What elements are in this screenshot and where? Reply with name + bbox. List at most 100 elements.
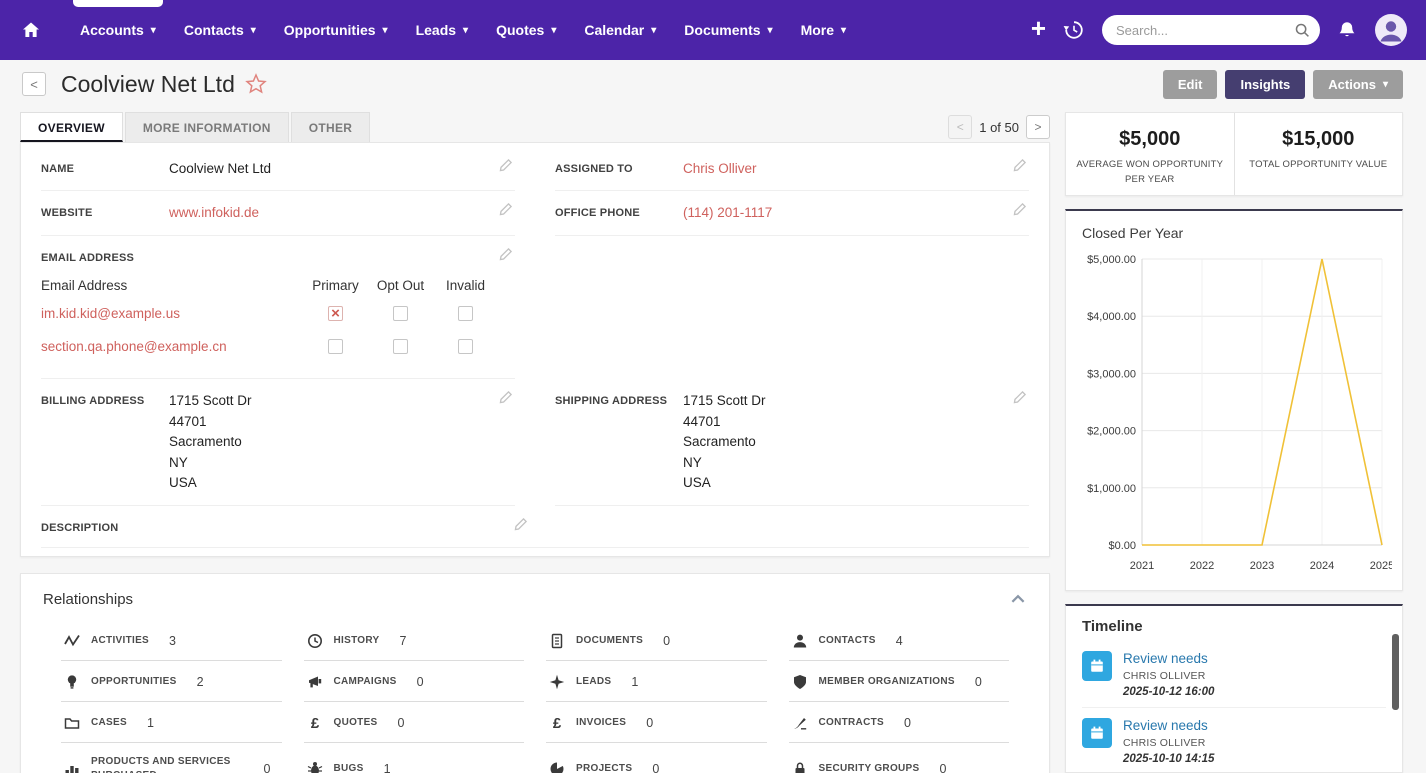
- contacts-icon: [792, 633, 808, 649]
- relationship-count: 0: [646, 715, 654, 730]
- svg-text:$4,000.00: $4,000.00: [1087, 311, 1136, 323]
- edit-pencil-icon[interactable]: [498, 390, 513, 405]
- nav-item-label: Calendar: [584, 22, 645, 38]
- tab-other[interactable]: OTHER: [290, 112, 371, 142]
- phone-link[interactable]: (114) 201-1117: [683, 203, 1029, 223]
- edit-button[interactable]: Edit: [1162, 69, 1218, 99]
- user-menu-button[interactable]: [1374, 13, 1408, 47]
- nav-item-leads[interactable]: Leads ▾: [402, 0, 483, 60]
- field-website: WEBSITE www.infokid.de: [41, 191, 515, 236]
- svg-text:$0.00: $0.00: [1108, 540, 1136, 552]
- nav-item-quotes[interactable]: Quotes ▾: [482, 0, 570, 60]
- next-record-button[interactable]: >: [1026, 115, 1050, 139]
- recently-viewed-button[interactable]: [1063, 19, 1085, 41]
- edit-pencil-icon[interactable]: [513, 517, 528, 532]
- prev-record-button[interactable]: <: [948, 115, 973, 139]
- field-label: OFFICE PHONE: [555, 207, 640, 220]
- primary-checkbox[interactable]: ×: [328, 306, 343, 321]
- address-line: Sacramento: [169, 434, 242, 449]
- edit-pencil-icon[interactable]: [1012, 158, 1027, 173]
- favorite-star-icon[interactable]: [245, 73, 267, 95]
- insights-button[interactable]: Insights: [1225, 69, 1306, 99]
- field-description: DESCRIPTION: [41, 506, 1029, 548]
- relationship-count: 0: [939, 761, 947, 773]
- caret-down-icon: ▾: [250, 24, 256, 36]
- tab-more-information[interactable]: MORE INFORMATION: [124, 112, 289, 142]
- tab-overview[interactable]: OVERVIEW: [20, 112, 123, 142]
- relationship-label: BUGS: [333, 762, 364, 773]
- relationship-bugs[interactable]: BUGS 1: [304, 743, 525, 773]
- quick-create-button[interactable]: +: [1031, 15, 1046, 45]
- nav-item-more[interactable]: More ▾: [787, 0, 860, 60]
- record-pagination: < 1 of 50 >: [948, 115, 1050, 139]
- relationship-contacts[interactable]: CONTACTS 4: [788, 620, 1009, 661]
- website-link[interactable]: www.infokid.de: [169, 203, 515, 223]
- relationship-history[interactable]: HISTORY 7: [303, 620, 524, 661]
- edit-pencil-icon[interactable]: [498, 158, 513, 173]
- back-button[interactable]: <: [22, 72, 46, 96]
- nav-item-label: Contacts: [183, 22, 244, 38]
- nav-item-label: Opportunities: [283, 22, 376, 38]
- edit-pencil-icon[interactable]: [1012, 202, 1027, 217]
- relationship-label: HISTORY: [333, 634, 380, 646]
- relationship-member-organizations[interactable]: MEMBER ORGANIZATIONS 0: [788, 661, 1009, 702]
- assigned-user-link[interactable]: Chris Olliver: [683, 159, 1029, 179]
- address-line: Sacramento: [683, 434, 756, 449]
- optout-checkbox[interactable]: [393, 339, 408, 354]
- relationship-security-groups[interactable]: SECURITY GROUPS 0: [789, 743, 1010, 773]
- relationship-invoices[interactable]: £ INVOICES 0: [546, 702, 767, 743]
- svg-text:2025: 2025: [1370, 560, 1392, 572]
- chart-title: Closed Per Year: [1082, 225, 1184, 241]
- nav-item-documents[interactable]: Documents ▾: [670, 0, 786, 60]
- field-label: EMAIL ADDRESS: [41, 251, 135, 264]
- nav-item-opportunities[interactable]: Opportunities ▾: [270, 0, 402, 60]
- email-address-link[interactable]: im.kid.kid@example.us: [41, 306, 303, 321]
- timeline-scrollbar[interactable]: [1392, 634, 1399, 710]
- relationship-quotes[interactable]: £ QUOTES 0: [303, 702, 524, 743]
- opportunities-icon: [64, 674, 80, 690]
- home-button[interactable]: [18, 0, 44, 60]
- edit-pencil-icon[interactable]: [1012, 390, 1027, 405]
- field-label: WEBSITE: [41, 207, 93, 220]
- nav-item-label: Quotes: [496, 22, 545, 38]
- relationship-cases[interactable]: CASES 1: [61, 702, 282, 743]
- chevron-up-icon[interactable]: [1009, 590, 1027, 608]
- security-groups-icon: [792, 761, 808, 773]
- closed-per-year-chart: $0.00 $1,000.00 $2,000.00 $3,000.00 $4,000.0…: [1087, 254, 1394, 572]
- relationship-projects[interactable]: PROJECTS 0: [546, 743, 767, 773]
- relationship-count: 0: [663, 633, 671, 648]
- history-icon: [307, 633, 323, 649]
- timeline-entry-link[interactable]: Review needs: [1123, 651, 1214, 666]
- actions-button[interactable]: Actions ▾: [1313, 69, 1403, 99]
- relationship-documents[interactable]: DOCUMENTS 0: [546, 620, 767, 661]
- relationship-activities[interactable]: ACTIVITIES 3: [61, 620, 282, 661]
- relationship-opportunities[interactable]: OPPORTUNITIES 2: [61, 661, 282, 702]
- edit-pencil-icon[interactable]: [498, 247, 513, 262]
- relationship-leads[interactable]: LEADS 1: [546, 661, 767, 702]
- svg-text:$3,000.00: $3,000.00: [1087, 368, 1136, 380]
- search-icon[interactable]: [1294, 22, 1310, 38]
- relationship-campaigns[interactable]: CAMPAIGNS 0: [303, 661, 524, 702]
- nav-item-accounts[interactable]: Accounts ▾: [66, 0, 170, 60]
- primary-checkbox[interactable]: [328, 339, 343, 354]
- edit-pencil-icon[interactable]: [498, 202, 513, 217]
- invalid-checkbox[interactable]: [458, 339, 473, 354]
- field-label: BILLING ADDRESS: [41, 395, 145, 407]
- relationship-label: LEADS: [576, 675, 612, 687]
- timeline-entry-link[interactable]: Review needs: [1123, 718, 1214, 733]
- nav-item-contacts[interactable]: Contacts ▾: [170, 0, 270, 60]
- invalid-checkbox[interactable]: [458, 306, 473, 321]
- nav-item-calendar[interactable]: Calendar ▾: [570, 0, 670, 60]
- search-input[interactable]: [1102, 15, 1320, 45]
- optout-checkbox[interactable]: [393, 306, 408, 321]
- top-navbar: Accounts ▾ Contacts ▾ Opportunities ▾ Leads…: [0, 0, 1426, 60]
- relationship-label: CAMPAIGNS: [333, 675, 397, 687]
- relationship-count: 7: [399, 633, 407, 648]
- notifications-button[interactable]: [1337, 20, 1357, 40]
- relationship-contracts[interactable]: CONTRACTS 0: [788, 702, 1009, 743]
- email-address-link[interactable]: section.qa.phone@example.cn: [41, 339, 303, 354]
- sidebar-column: $5,000 AVERAGE WON OPPORTUNITY PER YEAR …: [1065, 112, 1403, 773]
- relationship-products-and-services[interactable]: PRODUCTS AND SERVICES PURCHASED 0: [61, 743, 282, 773]
- home-icon: [21, 20, 41, 40]
- contracts-icon: [792, 715, 808, 731]
